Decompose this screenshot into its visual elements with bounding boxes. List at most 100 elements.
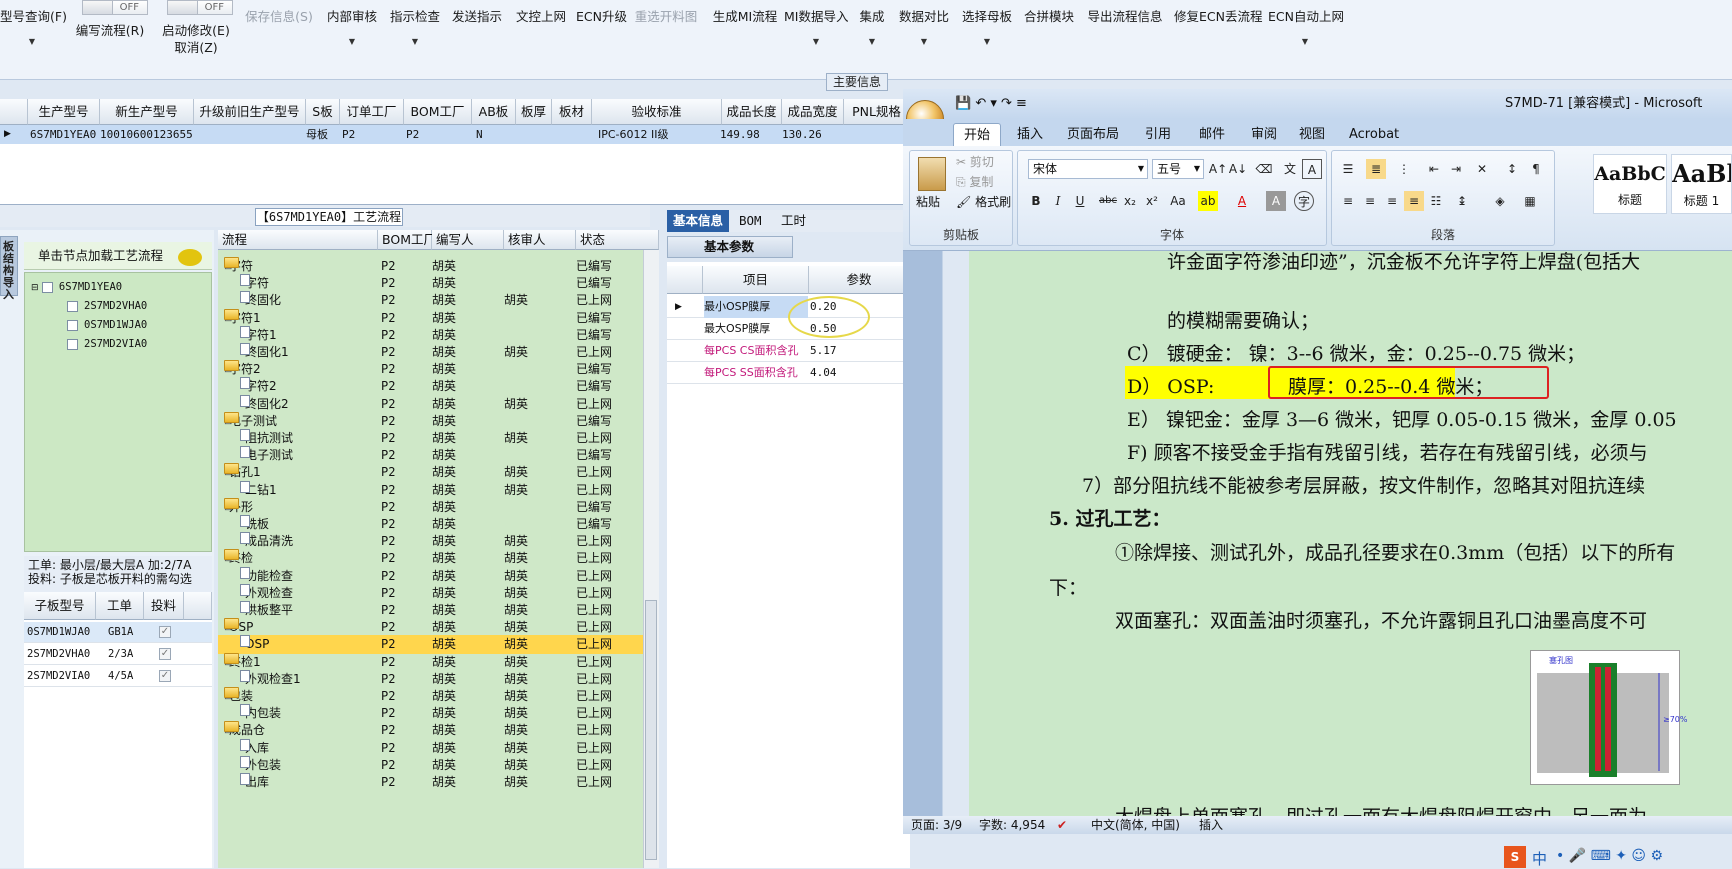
- table-row[interactable]: 字符1 P2 胡英 已编写: [218, 325, 643, 345]
- table-row[interactable]: ⊟ 包装 P2 胡英 胡英 已上网: [218, 687, 643, 706]
- style-heading-1[interactable]: AaBl 标题 1: [1671, 154, 1732, 214]
- table-row[interactable]: 功能检查 P2 胡英 胡英 已上网: [218, 566, 643, 586]
- board-structure-tab[interactable]: 板结构导入: [0, 236, 18, 301]
- table-row[interactable]: ▶ 6S7MD1YEA0 10010600123655 母板 P2 P2 N I…: [0, 125, 910, 144]
- word-count[interactable]: 字数: 4,954: [979, 816, 1045, 834]
- clear-format-icon[interactable]: ⌫: [1254, 159, 1274, 179]
- scroll-thumb[interactable]: [645, 600, 657, 860]
- align-left-icon[interactable]: ≡: [1338, 191, 1358, 211]
- phonetic-guide-icon[interactable]: 文: [1280, 159, 1300, 179]
- select-motherboard-button[interactable]: 选择母板 ▼: [960, 0, 1014, 72]
- bullets-icon[interactable]: ☰: [1338, 159, 1358, 179]
- table-row[interactable]: ⊟ 字符2 P2 胡英 已编写: [218, 360, 643, 379]
- table-row[interactable]: 二钻1 P2 胡英 胡英 已上网: [218, 480, 643, 500]
- italic-icon[interactable]: I: [1048, 191, 1068, 211]
- char-border-icon[interactable]: A: [1302, 159, 1322, 179]
- feed-checkbox[interactable]: ✓: [159, 626, 171, 638]
- quick-access-icons[interactable]: 💾 ↶ ▾ ↷ ≡: [955, 89, 1027, 119]
- cut-button[interactable]: ✂ 剪切: [956, 153, 994, 170]
- col-header[interactable]: 状态: [576, 230, 659, 250]
- save-info-button[interactable]: 保存信息(S): [244, 0, 314, 72]
- col-header[interactable]: 投料: [144, 592, 184, 620]
- ime-language[interactable]: 中: [1532, 848, 1547, 869]
- numbering-icon[interactable]: ≣: [1366, 159, 1386, 179]
- checkbox[interactable]: [67, 338, 78, 350]
- table-row[interactable]: 终固化1 P2 胡英 胡英 已上网: [218, 343, 643, 362]
- table-row[interactable]: 外观检查1 P2 胡英 胡英 已上网: [218, 669, 643, 689]
- table-row[interactable]: 终固化2 P2 胡英 胡英 已上网: [218, 394, 643, 414]
- feed-checkbox[interactable]: ✓: [159, 670, 171, 682]
- export-flow-button[interactable]: 导出流程信息: [1086, 0, 1164, 72]
- reselect-drawing-button[interactable]: 重选开料图: [634, 0, 698, 72]
- col-header[interactable]: 项目: [703, 266, 809, 294]
- table-row[interactable]: ⊟ 钻孔1 P2 胡英 胡英 已上网: [218, 463, 643, 482]
- table-row[interactable]: 外观检查 P2 胡英 胡英 已上网: [218, 583, 643, 603]
- table-row[interactable]: 阻抗测试 P2 胡英 胡英 已上网: [218, 429, 643, 448]
- font-color-icon[interactable]: A: [1232, 191, 1252, 211]
- increase-indent-icon[interactable]: ⇥: [1446, 159, 1466, 179]
- col-header[interactable]: AB板: [472, 99, 516, 125]
- table-row[interactable]: 2S7MD2VHA0 2/3A ✓: [24, 644, 212, 665]
- tree-node[interactable]: 2S7MD2VHA0: [67, 300, 147, 312]
- param-value[interactable]: 5.17: [810, 340, 837, 362]
- format-painter-button[interactable]: 🖌 格式刷: [956, 193, 1011, 210]
- table-row[interactable]: ⊟ 字符1 P2 胡英 已编写: [218, 308, 643, 328]
- superscript-icon[interactable]: x²: [1142, 191, 1162, 211]
- col-header[interactable]: S板: [306, 99, 340, 125]
- send-instruction-button[interactable]: 发送指示: [451, 0, 503, 72]
- col-header[interactable]: 升级前旧生产型号: [194, 99, 306, 125]
- table-row[interactable]: 字符2 P2 胡英 已编写: [218, 377, 643, 396]
- checkbox[interactable]: [67, 319, 78, 331]
- model-query-button[interactable]: 型号查询(F) ▼: [0, 0, 67, 72]
- ecn-upgrade-button[interactable]: ECN升级: [576, 0, 627, 72]
- edit-flow-toggle[interactable]: OFF: [82, 0, 148, 15]
- table-row[interactable]: 成品清洗 P2 胡英 胡英 已上网: [218, 532, 643, 551]
- proofing-icon[interactable]: ✔: [1057, 816, 1067, 834]
- col-header[interactable]: 成品宽度: [782, 99, 844, 125]
- copy-button[interactable]: ⎘ 复制: [956, 173, 993, 190]
- integrate-button[interactable]: 集成 ▼: [857, 0, 887, 72]
- tab-review[interactable]: 审阅: [1241, 123, 1287, 146]
- paste-icon[interactable]: [918, 157, 946, 191]
- language[interactable]: 中文(简体, 中国): [1091, 816, 1180, 834]
- table-row[interactable]: 铣板 P2 胡英 已编写: [218, 515, 643, 534]
- tree-node[interactable]: 0S7MD1WJA0: [67, 319, 147, 331]
- table-row[interactable]: 每PCS CS面积含孔 5.17: [667, 340, 910, 362]
- edit-flow-button[interactable]: 编写流程(R): [74, 22, 146, 94]
- tab-mailings[interactable]: 邮件: [1189, 123, 1235, 146]
- param-value[interactable]: 4.04: [810, 362, 837, 384]
- show-marks-icon[interactable]: ¶: [1526, 159, 1546, 179]
- col-header[interactable]: 验收标准: [592, 99, 722, 125]
- merge-module-button[interactable]: 合拼模块: [1023, 0, 1075, 72]
- ecn-auto-upload-button[interactable]: ECN自动上网 ▼: [1268, 0, 1344, 72]
- gen-mi-flow-button[interactable]: 生成MI流程: [708, 0, 782, 72]
- enclose-char-icon[interactable]: 字: [1294, 191, 1314, 211]
- underline-icon[interactable]: U: [1070, 191, 1090, 211]
- highlight-icon[interactable]: ab: [1198, 191, 1218, 211]
- col-header[interactable]: 生产型号: [28, 99, 100, 125]
- col-header[interactable]: 子板型号: [24, 592, 96, 620]
- font-size-select[interactable]: 五号 ▼: [1152, 159, 1204, 179]
- tab-view[interactable]: 视图: [1289, 123, 1335, 146]
- col-header[interactable]: 工单: [96, 592, 144, 620]
- tab-basic-params[interactable]: 基本参数: [667, 236, 793, 258]
- start-modify-button[interactable]: 启动修改(E) 取消(Z): [158, 22, 234, 94]
- table-row[interactable]: 烘板整平 P2 胡英 胡英 已上网: [218, 601, 643, 620]
- multilevel-list-icon[interactable]: ⋮: [1394, 159, 1414, 179]
- distributed-icon[interactable]: ☷: [1426, 191, 1446, 211]
- table-row[interactable]: OSP P2 胡英 胡英 已上网: [218, 635, 643, 655]
- table-row[interactable]: 字符 P2 胡英 已编写: [218, 274, 643, 293]
- tab-insert[interactable]: 插入: [1007, 123, 1053, 146]
- table-row[interactable]: 外包装 P2 胡英 胡英 已上网: [218, 755, 643, 775]
- align-center-icon[interactable]: ≡: [1360, 191, 1380, 211]
- col-header[interactable]: 订单工厂: [340, 99, 404, 125]
- table-row[interactable]: ⊟ 终检 P2 胡英 胡英 已上网: [218, 549, 643, 568]
- checkbox[interactable]: [67, 300, 78, 312]
- mi-import-button[interactable]: MI数据导入 ▼: [784, 0, 848, 72]
- col-header[interactable]: 参数: [809, 266, 910, 294]
- upload-document-button[interactable]: 文控上网: [514, 0, 568, 72]
- table-row[interactable]: 2S7MD2VIA0 4/5A ✓: [24, 666, 212, 687]
- insert-mode[interactable]: 插入: [1199, 816, 1223, 834]
- col-header[interactable]: 成品长度: [722, 99, 782, 125]
- table-row[interactable]: 每PCS SS面积含孔 4.04: [667, 362, 910, 384]
